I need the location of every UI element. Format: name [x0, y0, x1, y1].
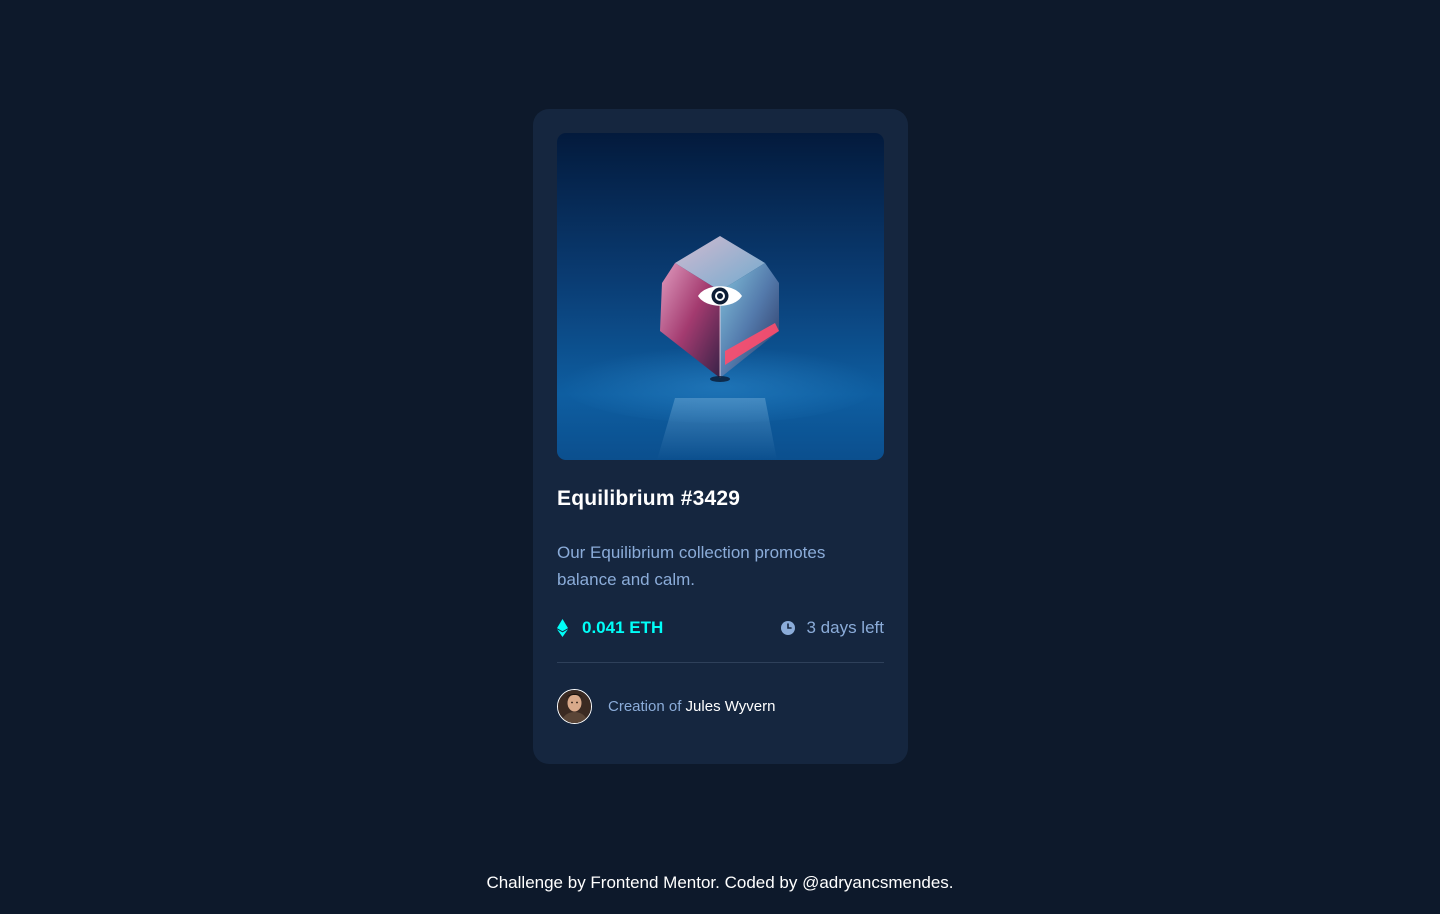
creator-info: Creation of Jules Wyvern: [557, 689, 775, 724]
price-info: 0.041 ETH: [557, 616, 663, 640]
time-left: 3 days left: [806, 618, 885, 637]
divider: [557, 662, 884, 663]
page: Equilibrium #3429 Our Equilibrium collec…: [0, 0, 1440, 914]
avatar: [557, 689, 592, 724]
nft-card: Equilibrium #3429 Our Equilibrium collec…: [533, 109, 908, 764]
creator-credit: Creation of Jules Wyvern: [608, 698, 775, 715]
attribution-footer: Challenge by Frontend Mentor. Coded by @…: [486, 873, 954, 892]
ethereum-icon: [557, 619, 568, 637]
time-info: 3 days left: [780, 616, 885, 640]
nft-image[interactable]: [557, 133, 884, 460]
creator-name-link[interactable]: Jules Wyvern: [686, 698, 776, 715]
clock-icon: [780, 621, 795, 635]
avatar-image: [558, 690, 591, 723]
creator-prefix: Creation of: [608, 698, 682, 715]
equilibrium-cube-image: [557, 133, 884, 460]
price-value: 0.041 ETH: [582, 618, 664, 637]
nft-description: Our Equilibrium collection promotes bala…: [557, 543, 826, 589]
nft-title[interactable]: Equilibrium #3429: [557, 487, 740, 511]
